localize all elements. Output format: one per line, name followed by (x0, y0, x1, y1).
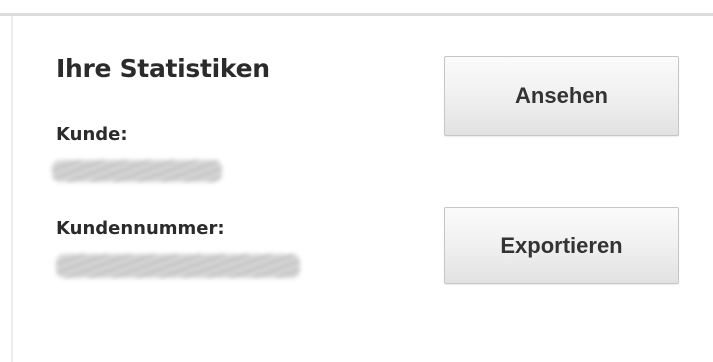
page-title: Ihre Statistiken (56, 54, 270, 83)
customer-label: Kunde: (56, 124, 128, 145)
statistics-panel: Ihre Statistiken Kunde: Kundennummer: An… (0, 0, 713, 362)
customer-value-redacted (52, 160, 222, 182)
customer-number-value-redacted (56, 254, 300, 278)
customer-number-label: Kundennummer: (56, 218, 225, 239)
top-divider (0, 0, 713, 16)
view-button[interactable]: Ansehen (444, 56, 679, 136)
export-button[interactable]: Exportieren (444, 207, 679, 284)
left-divider (11, 16, 13, 362)
